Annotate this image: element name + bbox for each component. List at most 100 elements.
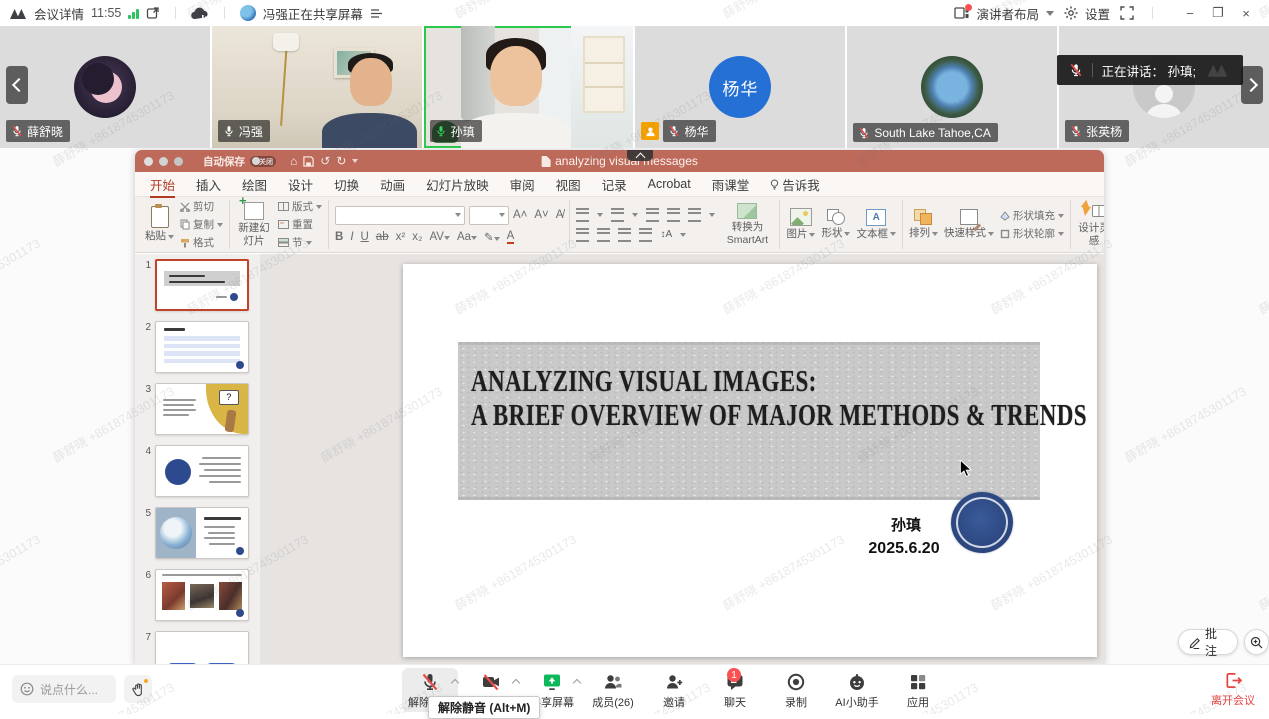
ppt-tab-动画[interactable]: 动画 bbox=[380, 175, 405, 194]
meeting-details-button[interactable]: 会议详情 bbox=[34, 4, 84, 23]
strip-collapse-button[interactable] bbox=[627, 150, 653, 161]
fullscreen-icon[interactable] bbox=[1120, 6, 1134, 20]
close-button[interactable]: × bbox=[1233, 6, 1259, 21]
quick-chat-input[interactable]: 说点什么... bbox=[12, 675, 116, 703]
ppt-tab-Acrobat[interactable]: Acrobat bbox=[648, 177, 691, 191]
open-external-icon[interactable] bbox=[146, 6, 160, 20]
underline-button[interactable]: U bbox=[361, 231, 369, 243]
reset-button[interactable]: 重置 bbox=[278, 217, 322, 232]
chevron-up-icon[interactable] bbox=[512, 679, 520, 687]
line-spacing-button[interactable] bbox=[688, 208, 701, 222]
slide-thumbnail-7[interactable] bbox=[155, 631, 249, 665]
paste-button[interactable]: 粘贴 bbox=[145, 206, 174, 242]
indent-increase-button[interactable] bbox=[667, 208, 680, 222]
convert-smartart-button[interactable]: 转换为SmartArt bbox=[721, 203, 773, 245]
应用-button[interactable]: 应用 bbox=[890, 668, 946, 712]
slide-thumbnail-2[interactable] bbox=[155, 321, 249, 373]
shape-fill-button[interactable]: 形状填充 bbox=[1000, 208, 1064, 223]
shape-outline-button[interactable]: 形状轮廓 bbox=[1000, 226, 1064, 241]
ppt-tab-告诉我[interactable]: 告诉我 bbox=[770, 175, 820, 194]
chevron-up-icon[interactable] bbox=[451, 679, 459, 687]
AI小助手-button[interactable]: AI小助手 bbox=[829, 668, 885, 712]
邀请-button[interactable]: 邀请 bbox=[646, 668, 702, 712]
participant-tile-yang[interactable]: 杨华杨华 bbox=[635, 26, 845, 148]
char-spacing-button[interactable]: AV bbox=[429, 231, 450, 243]
copy-button[interactable]: 复制 bbox=[180, 217, 223, 232]
ppt-tab-幻灯片放映[interactable]: 幻灯片放映 bbox=[426, 175, 489, 194]
justify-button[interactable] bbox=[639, 228, 652, 242]
录制-button[interactable]: 录制 bbox=[768, 668, 824, 712]
cloud-record-icon[interactable] bbox=[191, 7, 209, 20]
layout-button[interactable]: 版式 bbox=[278, 199, 322, 214]
ppt-tab-开始[interactable]: 开始 bbox=[150, 175, 175, 194]
picture-button[interactable]: 图片 bbox=[786, 208, 815, 240]
format-painter-button[interactable]: 格式 bbox=[180, 235, 223, 250]
align-center-button[interactable] bbox=[597, 228, 610, 242]
superscript-button[interactable]: x² bbox=[396, 231, 406, 243]
raise-hand-button[interactable] bbox=[124, 675, 152, 703]
decrease-font-button[interactable]: A˅ bbox=[534, 209, 548, 221]
leave-meeting-button[interactable]: 离开会议 bbox=[1211, 671, 1255, 708]
quick-access-caret-icon[interactable] bbox=[352, 159, 358, 163]
window-dot[interactable] bbox=[144, 157, 153, 166]
participant-tile-feng[interactable]: 冯强 bbox=[212, 26, 422, 148]
window-dot[interactable] bbox=[159, 157, 168, 166]
ppt-tab-审阅[interactable]: 审阅 bbox=[510, 175, 535, 194]
text-direction-button[interactable]: ↕A bbox=[660, 229, 672, 240]
numbering-button[interactable] bbox=[611, 208, 624, 222]
ppt-tab-插入[interactable]: 插入 bbox=[196, 175, 221, 194]
layout-switch-button[interactable]: 演讲者布局 bbox=[954, 4, 1054, 23]
settings-button[interactable]: 设置 bbox=[1064, 4, 1110, 23]
change-case-button[interactable]: Aa bbox=[457, 231, 477, 243]
sharing-list-icon[interactable] bbox=[370, 8, 383, 19]
成员(26)-button[interactable]: 成员(26) bbox=[585, 668, 641, 712]
participant-tile-zhang[interactable]: 张英杨 bbox=[1059, 26, 1269, 148]
annotate-button[interactable]: 批注 bbox=[1178, 629, 1238, 655]
ppt-tab-设计[interactable]: 设计 bbox=[288, 175, 313, 194]
home-icon[interactable]: ⌂ bbox=[290, 155, 297, 167]
shapes-button[interactable]: 形状 bbox=[821, 209, 850, 239]
arrange-button[interactable]: 排列 bbox=[909, 209, 938, 239]
textbox-button[interactable]: A 文本框 bbox=[856, 209, 896, 240]
font-name-select[interactable] bbox=[335, 206, 465, 225]
participant-tile-lake[interactable]: South Lake Tahoe,CA bbox=[847, 26, 1057, 148]
cut-button[interactable]: 剪切 bbox=[180, 199, 223, 214]
align-left-button[interactable] bbox=[576, 228, 589, 242]
participant-tile-xue[interactable]: 薛舒晓 bbox=[0, 26, 210, 148]
window-dot[interactable] bbox=[174, 157, 183, 166]
font-size-select[interactable] bbox=[469, 206, 509, 225]
bold-button[interactable]: B bbox=[335, 231, 343, 243]
minimize-button[interactable]: − bbox=[1177, 6, 1203, 21]
clear-format-button[interactable]: A̸ bbox=[556, 209, 564, 221]
ppt-tab-视图[interactable]: 视图 bbox=[556, 175, 581, 194]
slide-thumbnail-6[interactable] bbox=[155, 569, 249, 621]
zoom-in-button[interactable] bbox=[1244, 629, 1269, 655]
slide-thumbnail-5[interactable] bbox=[155, 507, 249, 559]
font-color-button[interactable]: A bbox=[507, 230, 515, 244]
italic-button[interactable]: I bbox=[350, 231, 353, 243]
indent-decrease-button[interactable] bbox=[646, 208, 659, 222]
ppt-tab-绘图[interactable]: 绘图 bbox=[242, 175, 267, 194]
slide-thumbnail-4[interactable] bbox=[155, 445, 249, 497]
strip-next-button[interactable] bbox=[1241, 66, 1263, 104]
design-ideas-button[interactable]: 设计灵感 bbox=[1077, 202, 1104, 246]
autosave-toggle[interactable]: 自动保存 关闭 bbox=[203, 154, 276, 169]
ppt-tab-记录[interactable]: 记录 bbox=[602, 175, 627, 194]
section-button[interactable]: 节 bbox=[278, 235, 322, 250]
subscript-button[interactable]: x₂ bbox=[412, 231, 422, 243]
quick-styles-button[interactable]: 快速样式 bbox=[944, 209, 994, 239]
participant-tile-sun[interactable]: 孙瑱 bbox=[424, 26, 634, 148]
align-right-button[interactable] bbox=[618, 228, 631, 242]
bullets-button[interactable] bbox=[576, 208, 589, 222]
聊天-button[interactable]: 1聊天 bbox=[707, 668, 763, 712]
ppt-tab-雨课堂[interactable]: 雨课堂 bbox=[712, 175, 750, 194]
chevron-up-icon[interactable] bbox=[573, 679, 581, 687]
maximize-button[interactable]: ❐ bbox=[1205, 5, 1231, 21]
ppt-tab-切换[interactable]: 切换 bbox=[334, 175, 359, 194]
save-icon[interactable] bbox=[303, 156, 314, 167]
highlight-button[interactable]: ✎ bbox=[484, 230, 500, 244]
strikethrough-button[interactable]: ab bbox=[376, 231, 389, 243]
slide-thumbnail-1[interactable] bbox=[155, 259, 249, 311]
strip-prev-button[interactable] bbox=[6, 66, 28, 104]
increase-font-button[interactable]: A˄ bbox=[513, 209, 527, 221]
